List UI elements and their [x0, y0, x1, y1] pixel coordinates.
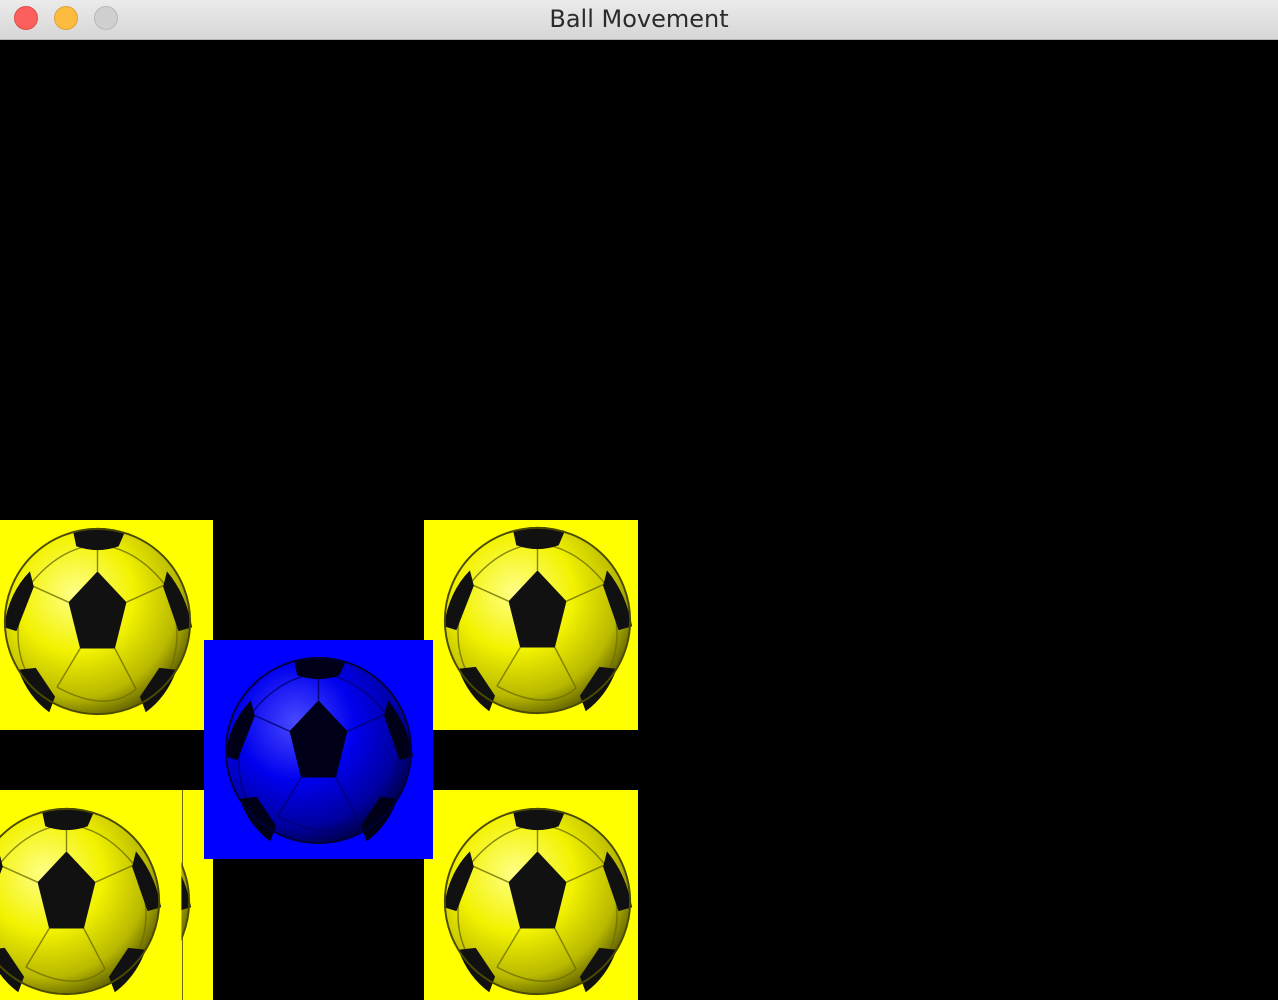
- game-canvas[interactable]: [0, 40, 1278, 1000]
- app-window: Ball Movement: [0, 0, 1278, 1000]
- yellow-ball-top-left: [0, 520, 213, 730]
- yellow-ball-bottom-left: [0, 790, 213, 1000]
- soccer-ball-icon: [442, 806, 634, 996]
- blue-ball-center: [204, 640, 433, 859]
- soccer-ball-icon: [2, 526, 194, 716]
- yellow-ball-bottom-right: [424, 790, 638, 1000]
- soccer-ball-icon: [223, 655, 415, 845]
- soccer-ball-icon: [442, 525, 634, 715]
- title-bar[interactable]: Ball Movement: [0, 0, 1278, 40]
- yellow-ball-top-right: [424, 520, 638, 730]
- window-title: Ball Movement: [549, 5, 729, 33]
- soccer-ball-icon: [0, 806, 163, 996]
